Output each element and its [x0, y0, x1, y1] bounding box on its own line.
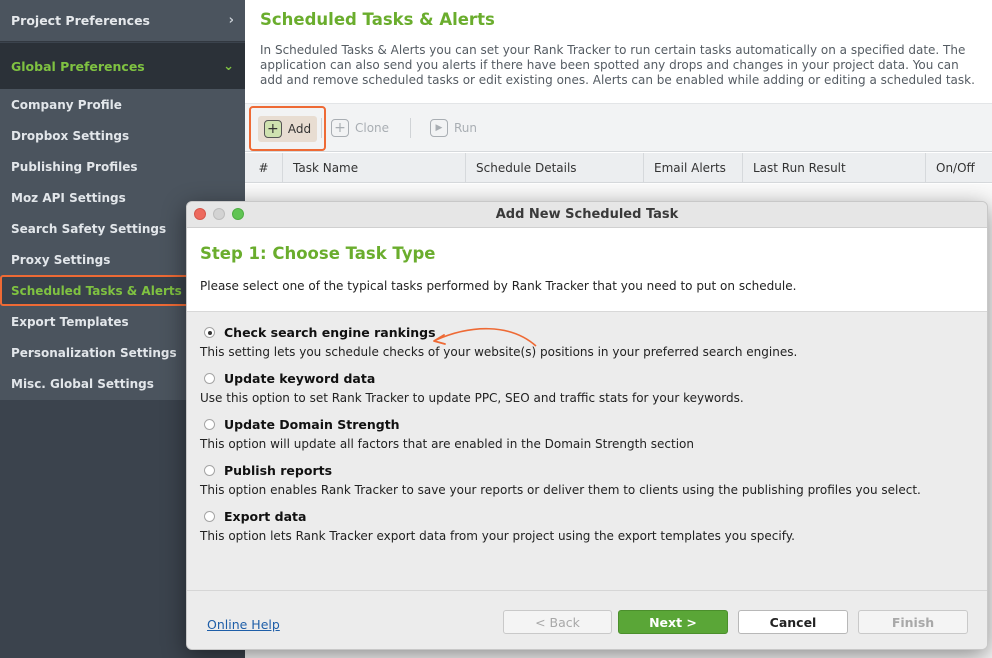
option-label[interactable]: Update Domain Strength: [224, 417, 400, 432]
toolbar-separator: [410, 118, 411, 138]
option-description: This option will update all factors that…: [200, 437, 694, 451]
sidebar-section-global-preferences[interactable]: Global Preferences ⌄: [0, 43, 245, 89]
column-header-last-run-result[interactable]: Last Run Result: [743, 153, 926, 183]
play-icon: ▶: [430, 119, 448, 137]
option-label[interactable]: Update keyword data: [224, 371, 375, 386]
option-publish-reports: Publish reports This option enables Rank…: [200, 463, 921, 497]
dialog-footer: Online Help < Back Next > Cancel Finish: [187, 590, 987, 649]
clone-button[interactable]: + Clone: [331, 113, 389, 143]
option-label[interactable]: Publish reports: [224, 463, 332, 478]
sidebar-item-publishing-profiles[interactable]: Publishing Profiles: [0, 151, 245, 182]
radio-export-data[interactable]: [204, 511, 215, 522]
option-label[interactable]: Check search engine rankings: [224, 325, 436, 340]
add-button-inner: + Add: [257, 115, 318, 142]
close-icon[interactable]: [194, 208, 206, 220]
page-description: In Scheduled Tasks & Alerts you can set …: [260, 43, 975, 87]
table-header: # Task Name Schedule Details Email Alert…: [245, 153, 992, 183]
task-type-options: Check search engine rankings This settin…: [187, 312, 987, 589]
sidebar-section-label: Global Preferences: [11, 58, 145, 74]
step-title: Step 1: Choose Task Type: [200, 244, 436, 263]
dialog-step-header: Step 1: Choose Task Type Please select o…: [187, 228, 987, 312]
dialog-title: Add New Scheduled Task: [495, 207, 679, 222]
sidebar-section-project-preferences[interactable]: Project Preferences ›: [0, 0, 245, 42]
next-button[interactable]: Next >: [618, 610, 728, 634]
maximize-icon[interactable]: [232, 208, 244, 220]
radio-update-domain-strength[interactable]: [204, 419, 215, 430]
online-help-link[interactable]: Online Help: [207, 617, 280, 632]
option-export-data: Export data This option lets Rank Tracke…: [200, 509, 795, 543]
sidebar-item-company-profile[interactable]: Company Profile: [0, 89, 245, 120]
add-button-label: Add: [287, 121, 312, 136]
plus-icon: +: [263, 119, 282, 138]
add-button[interactable]: + Add: [249, 106, 326, 151]
column-header-on-off[interactable]: On/Off: [926, 153, 992, 183]
column-header-email-alerts[interactable]: Email Alerts: [644, 153, 743, 183]
add-scheduled-task-dialog: Add New Scheduled Task Step 1: Choose Ta…: [186, 201, 988, 650]
toolbar: + Add + Clone ▶ Run: [245, 103, 992, 152]
option-description: Use this option to set Rank Tracker to u…: [200, 391, 744, 405]
run-button[interactable]: ▶ Run: [430, 113, 477, 143]
toolbar-separator: [321, 118, 322, 138]
dialog-titlebar[interactable]: Add New Scheduled Task: [187, 202, 987, 228]
sidebar-item-dropbox-settings[interactable]: Dropbox Settings: [0, 120, 245, 151]
option-label[interactable]: Export data: [224, 509, 306, 524]
page-title: Scheduled Tasks & Alerts: [260, 10, 495, 29]
option-description: This option enables Rank Tracker to save…: [200, 483, 921, 497]
clone-icon: +: [331, 119, 349, 137]
column-header-schedule-details[interactable]: Schedule Details: [466, 153, 644, 183]
option-description: This option lets Rank Tracker export dat…: [200, 529, 795, 543]
minimize-icon: [213, 208, 225, 220]
window-controls: [194, 208, 244, 220]
radio-publish-reports[interactable]: [204, 465, 215, 476]
sidebar-section-label: Project Preferences: [11, 13, 151, 28]
option-check-rankings: Check search engine rankings This settin…: [200, 325, 797, 359]
finish-button[interactable]: Finish: [858, 610, 968, 634]
back-button[interactable]: < Back: [503, 610, 612, 634]
cancel-button[interactable]: Cancel: [738, 610, 848, 634]
option-update-domain-strength: Update Domain Strength This option will …: [200, 417, 694, 451]
column-header-number[interactable]: #: [245, 153, 283, 183]
clone-button-label: Clone: [355, 121, 390, 135]
annotation-arrow-icon: [433, 327, 537, 347]
column-header-task-name[interactable]: Task Name: [283, 153, 466, 183]
step-description: Please select one of the typical tasks p…: [200, 279, 797, 293]
run-button-label: Run: [454, 121, 478, 135]
radio-check-rankings[interactable]: [204, 327, 215, 338]
chevron-down-icon: ⌄: [223, 58, 234, 74]
option-update-keyword-data: Update keyword data Use this option to s…: [200, 371, 744, 405]
chevron-right-icon: ›: [228, 13, 234, 28]
radio-update-keyword-data[interactable]: [204, 373, 215, 384]
